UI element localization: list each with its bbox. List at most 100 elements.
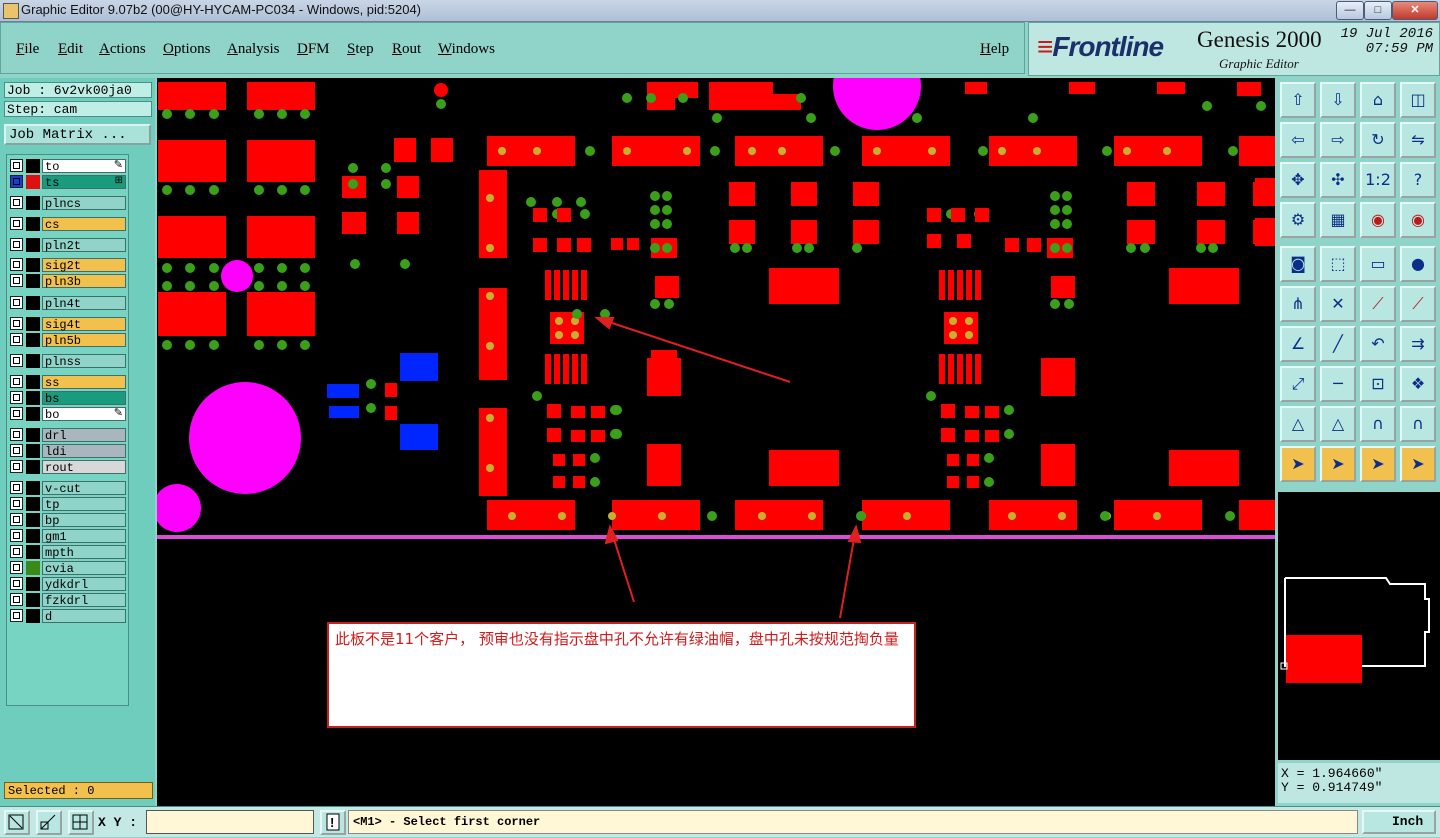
menu-dfm[interactable]: DFM xyxy=(297,41,330,58)
layer-name[interactable]: rout xyxy=(42,460,126,475)
layer-name[interactable]: pln5b xyxy=(42,333,126,348)
layer-color-swatch[interactable] xyxy=(26,391,40,405)
layer-name[interactable]: sig2t xyxy=(42,258,126,273)
layer-row-bs[interactable]: bs xyxy=(9,391,126,406)
layer-color-swatch[interactable] xyxy=(26,333,40,347)
layer-compare-red-button[interactable]: ◉ xyxy=(1400,202,1436,238)
layer-color-swatch[interactable] xyxy=(26,609,40,623)
layer-color-swatch[interactable] xyxy=(26,444,40,458)
layer-color-swatch[interactable] xyxy=(26,529,40,543)
menu-help[interactable]: Help xyxy=(980,41,1009,58)
select-arrow-button[interactable]: ➤ xyxy=(1280,446,1316,482)
select-net-button[interactable]: ➤ xyxy=(1400,446,1436,482)
zoom-fit-button[interactable]: ⇩ xyxy=(1320,82,1356,118)
layer-checkbox[interactable] xyxy=(10,238,23,251)
rotate-button[interactable]: ↻ xyxy=(1360,122,1396,158)
layer-name[interactable]: bo ✎ xyxy=(42,407,126,422)
snap-center-button[interactable]: ◙ xyxy=(1280,246,1316,282)
triangle-up-button[interactable]: △ xyxy=(1320,406,1356,442)
layer-row-cs[interactable]: cs xyxy=(9,217,126,232)
layer-row-gm1[interactable]: gm1 xyxy=(9,529,126,544)
layer-name[interactable]: pln2t xyxy=(42,238,126,253)
split-view-button[interactable]: ◫ xyxy=(1400,82,1436,118)
measure-button[interactable]: ⚙ xyxy=(1280,202,1316,238)
unit-selector[interactable]: Inch xyxy=(1362,810,1436,834)
layer-name[interactable]: ss xyxy=(42,375,126,390)
layer-color-swatch[interactable] xyxy=(26,561,40,575)
add-pad-button[interactable]: ⟋ xyxy=(1400,286,1436,322)
graphic-canvas[interactable]: 此板不是11个客户， 预审也没有指示盘中孔不允许有绿油帽，盘中孔未按规范掏负量 xyxy=(157,78,1275,806)
layer-checkbox[interactable] xyxy=(10,529,23,542)
cut-button[interactable]: ─ xyxy=(1320,366,1356,402)
undo-arc-button[interactable]: ↶ xyxy=(1360,326,1396,362)
layer-color-swatch[interactable] xyxy=(26,407,40,421)
layer-color-swatch[interactable] xyxy=(26,428,40,442)
zoom-home-button[interactable]: ⇧ xyxy=(1280,82,1316,118)
layer-name[interactable]: gm1 xyxy=(42,529,126,544)
layer-checkbox[interactable] xyxy=(10,333,23,346)
slash-button[interactable]: ╱ xyxy=(1320,326,1356,362)
layer-checkbox[interactable] xyxy=(10,593,23,606)
job-matrix-button[interactable]: Job Matrix ... xyxy=(4,124,151,145)
draw-line-button[interactable]: ⬚ xyxy=(1320,246,1356,282)
layer-color-swatch[interactable] xyxy=(26,238,40,252)
overview-map[interactable] xyxy=(1278,492,1440,760)
select-circle-button[interactable]: ➤ xyxy=(1360,446,1396,482)
zoom-diag-button[interactable] xyxy=(36,810,62,835)
layer-row-ldi[interactable]: ldi xyxy=(9,444,126,459)
help-query-button[interactable]: ? xyxy=(1400,162,1436,198)
select-box-button[interactable]: ➤ xyxy=(1320,446,1356,482)
layer-color-swatch[interactable] xyxy=(26,258,40,272)
layer-checkbox[interactable] xyxy=(10,217,23,230)
layer-checkbox[interactable] xyxy=(10,561,23,574)
pan-left-button[interactable]: ⇦ xyxy=(1280,122,1316,158)
layer-name[interactable]: to ✎ xyxy=(42,159,126,174)
layer-row-to[interactable]: to ✎ xyxy=(9,159,126,174)
zoom-in-button[interactable]: ✥ xyxy=(1280,162,1316,198)
layer-color-swatch[interactable] xyxy=(26,296,40,310)
xy-input[interactable] xyxy=(146,810,314,834)
layer-color-swatch[interactable] xyxy=(26,545,40,559)
grid-button[interactable]: ▦ xyxy=(1320,202,1356,238)
layer-color-swatch[interactable] xyxy=(26,196,40,210)
layer-checkbox[interactable] xyxy=(10,444,23,457)
layer-row-d[interactable]: d xyxy=(9,609,126,624)
layer-row-pln4t[interactable]: pln4t xyxy=(9,296,126,311)
alert-button[interactable]: ! xyxy=(320,810,346,835)
layer-checkbox[interactable] xyxy=(10,481,23,494)
layer-color-swatch[interactable] xyxy=(26,317,40,331)
layer-color-swatch[interactable] xyxy=(26,481,40,495)
layer-color-swatch[interactable] xyxy=(26,217,40,231)
arch-line-button[interactable]: ∩ xyxy=(1400,406,1436,442)
ruler-button[interactable]: ▭ xyxy=(1360,246,1396,282)
group-button[interactable]: ❖ xyxy=(1400,366,1436,402)
menu-options[interactable]: Options xyxy=(163,41,211,58)
layer-checkbox[interactable] xyxy=(10,428,23,441)
layer-checkbox[interactable] xyxy=(10,577,23,590)
layer-checkbox[interactable] xyxy=(10,296,23,309)
menu-file[interactable]: File xyxy=(16,41,39,58)
menu-windows[interactable]: Windows xyxy=(438,41,495,58)
layer-checkbox[interactable] xyxy=(10,175,23,188)
layer-color-swatch[interactable] xyxy=(26,460,40,474)
layer-row-bp[interactable]: bp xyxy=(9,513,126,528)
layer-row-ydkdrl[interactable]: ydkdrl xyxy=(9,577,126,592)
layer-checkbox[interactable] xyxy=(10,460,23,473)
zoom-out-button[interactable]: ✣ xyxy=(1320,162,1356,198)
layer-row-sig2t[interactable]: sig2t xyxy=(9,258,126,273)
layer-name[interactable]: d xyxy=(42,609,126,624)
layer-name[interactable]: plnss xyxy=(42,354,126,369)
layer-checkbox[interactable] xyxy=(10,317,23,330)
close-button[interactable]: ✕ xyxy=(1392,1,1438,20)
arch-button[interactable]: ∩ xyxy=(1360,406,1396,442)
layer-row-pln2t[interactable]: pln2t xyxy=(9,238,126,253)
layer-checkbox[interactable] xyxy=(10,545,23,558)
menu-actions[interactable]: Actions xyxy=(99,41,146,58)
layer-row-mpth[interactable]: mpth xyxy=(9,545,126,560)
move-button[interactable]: ⤢ xyxy=(1280,366,1316,402)
layer-checkbox[interactable] xyxy=(10,609,23,622)
layer-row-bo[interactable]: bo ✎ xyxy=(9,407,126,422)
zoom-window-button[interactable] xyxy=(4,810,30,835)
layer-color-swatch[interactable] xyxy=(26,159,40,173)
maximize-button[interactable]: □ xyxy=(1364,1,1392,20)
